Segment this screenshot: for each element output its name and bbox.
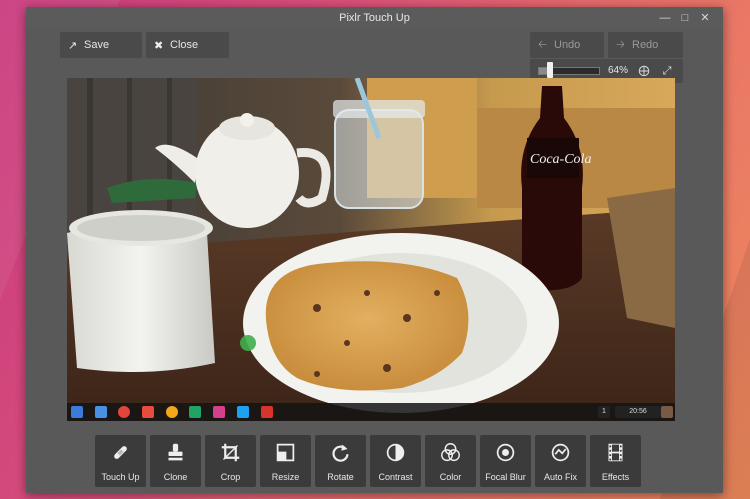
photo-image: Coca-Cola [67,78,675,421]
tool-label: Clone [163,472,188,482]
close-button[interactable]: ✖ Close [146,32,229,58]
tool-label: Touch Up [101,472,140,482]
arrow-left-icon: 🡠 [538,38,547,51]
crop-icon [221,443,240,462]
tool-auto-fix[interactable]: Auto Fix [535,435,586,487]
film-icon [608,443,623,462]
tool-label: Rotate [327,472,354,482]
fullscreen-icon[interactable]: ⤢ [660,64,674,78]
tool-label: Crop [220,472,241,482]
contrast-icon [386,443,405,462]
app-launcher-icon[interactable] [71,406,83,418]
rotate-icon [332,444,349,462]
stamp-icon [168,443,183,461]
tool-label: Contrast [378,472,413,482]
tool-color[interactable]: Color [425,435,476,487]
bandage-icon [114,446,127,459]
save-label: Save [84,39,110,51]
zoom-value: 64% [608,65,629,76]
tool-label: Resize [271,472,300,482]
fit-screen-icon[interactable]: ⨁ [637,64,651,78]
status-tray-clock[interactable]: 20:56 [615,406,661,418]
share-icon: ↗ [68,39,78,52]
store-icon[interactable] [261,406,273,418]
files-icon[interactable] [95,406,107,418]
tool-crop[interactable]: Crop [205,435,256,487]
arrow-right-icon: 🡢 [616,38,625,51]
color-circles-icon [441,443,460,462]
os-shelf: 1 20:56 [67,403,675,421]
tool-resize[interactable]: Resize [260,435,311,487]
resize-icon [276,443,295,462]
save-button[interactable]: ↗ Save [60,32,142,58]
close-window-icon[interactable]: ✕ [698,11,712,25]
auto-fix-icon [551,443,570,462]
avatar[interactable] [661,406,673,418]
tool-label: Auto Fix [543,472,577,482]
tool-clone[interactable]: Clone [150,435,201,487]
close-label: Close [170,39,199,51]
window-title: Pixlr Touch Up [339,12,410,24]
drive-icon[interactable] [189,406,201,418]
twitter-icon[interactable] [237,406,249,418]
tool-contrast[interactable]: Contrast [370,435,421,487]
focal-blur-icon [496,443,515,462]
gmail-icon[interactable] [142,406,154,418]
zoom-slider-thumb[interactable] [547,62,554,78]
tool-effects[interactable]: Effects [590,435,641,487]
title-bar[interactable]: Pixlr Touch Up — □ ✕ [26,7,723,29]
photo-canvas[interactable]: Coca-Cola 1 20:56 [67,78,675,421]
maximize-icon[interactable]: □ [678,11,692,25]
undo-label: Undo [554,39,581,51]
tool-focal-blur[interactable]: Focal Blur [480,435,531,487]
close-icon: ✖ [154,39,164,52]
undo-button[interactable]: 🡠 Undo [530,32,604,58]
chrome-icon[interactable] [118,406,130,418]
tool-touch-up[interactable]: Touch Up [95,435,146,487]
tool-label: Effects [601,472,630,482]
minimize-icon[interactable]: — [658,11,672,25]
redo-button[interactable]: 🡢 Redo [608,32,683,58]
bottle-label: Coca-Cola [530,152,591,167]
redo-label: Redo [632,39,659,51]
app-window: Pixlr Touch Up — □ ✕ ↗ Save ✖ Close 🡠 Un… [26,7,723,493]
tool-label: Focal Blur [485,472,526,482]
tool-label: Color [439,472,462,482]
tools-toolbar: Touch Up Clone Crop Resize Rotate Contra… [95,435,645,487]
tool-rotate[interactable]: Rotate [315,435,366,487]
notification-badge[interactable]: 1 [598,406,610,418]
music-icon[interactable] [166,406,178,418]
pixlr-icon[interactable] [213,406,225,418]
